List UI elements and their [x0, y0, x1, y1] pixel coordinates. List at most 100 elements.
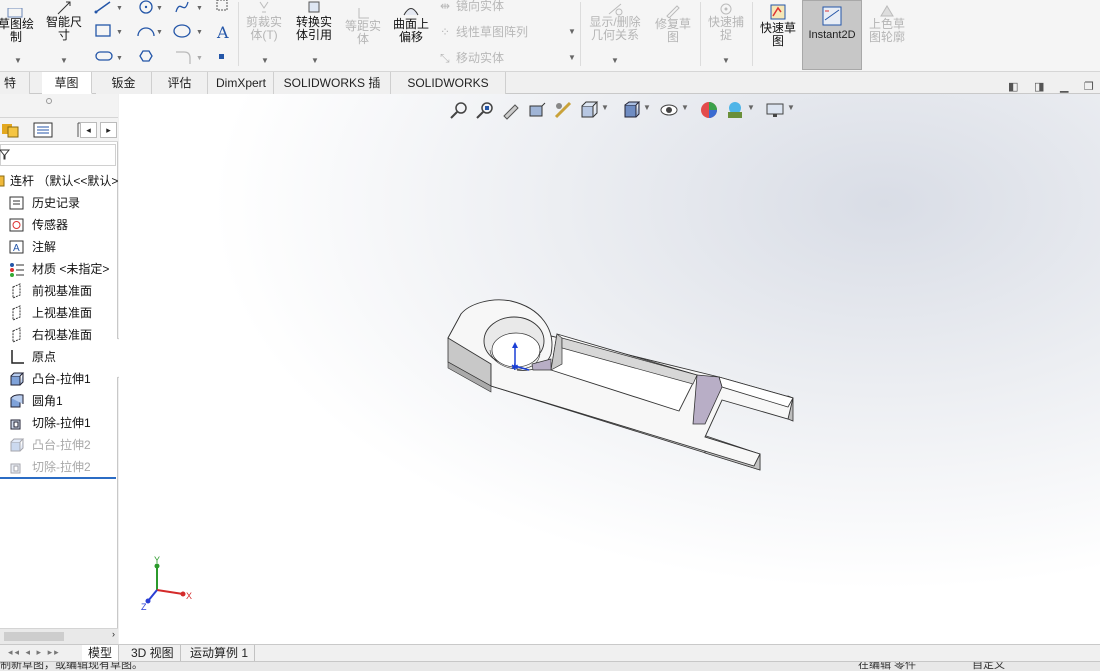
tree-item[interactable]: 上视基准面 [0, 302, 118, 324]
spline-icon[interactable] [175, 1, 189, 13]
tab-solidworks-addins[interactable]: SOLIDWORKS 插件 [274, 72, 391, 112]
convert-entities-button[interactable]: 转换实 体引用 [290, 0, 338, 42]
tab-evaluate-label: 评估 [167, 76, 192, 90]
tab-evaluate[interactable]: 评估 [152, 72, 208, 94]
minimize-icon[interactable]: ▁ [1060, 80, 1068, 93]
tree-item[interactable]: A 注解 [0, 236, 118, 258]
ellipse-icon[interactable] [173, 24, 191, 38]
panel-splitter-handle[interactable] [46, 98, 52, 104]
relations-dropdown[interactable]: ▼ [611, 56, 619, 65]
status-units-custom[interactable]: 自定义 [972, 662, 1005, 671]
tree-item-label: 历史记录 [32, 196, 81, 210]
sketch-button[interactable]: 草图绘 制 [0, 8, 36, 44]
offset-on-surface-button[interactable]: 曲面上 偏移 [388, 4, 434, 44]
offset-entities-button[interactable]: 等距实 体 [340, 8, 386, 46]
status-bar: 制新草图，或编辑现有草图。 在编辑 零件 自定义 [0, 661, 1100, 671]
rectangle-icon[interactable] [95, 24, 111, 37]
point-icon[interactable] [219, 54, 224, 59]
sketch-dropdown[interactable]: ▼ [14, 56, 22, 65]
tree-item[interactable]: 切除-拉伸2 [0, 456, 118, 478]
tree-item[interactable]: 传感器 [0, 214, 118, 236]
quick-snaps-button[interactable]: 快速捕 捉 [703, 2, 749, 42]
convert-entities-icon [308, 1, 320, 13]
tab-3d-views[interactable]: 3D 视图 [125, 645, 181, 661]
tree-item-label: 上视基准面 [32, 306, 93, 320]
trim-dropdown[interactable]: ▼ [261, 56, 269, 65]
tree-filter-field[interactable] [0, 144, 116, 166]
triad-z-label: Z [141, 602, 147, 612]
fillet-sketch-dropdown[interactable]: ▼ [196, 55, 203, 62]
restore-icon[interactable]: ❐ [1084, 80, 1094, 93]
display-delete-relations-button[interactable]: 显示/删除 几何关系 [584, 2, 646, 42]
tab-dimxpert[interactable]: DimXpert [208, 72, 274, 94]
scrollbar-thumb[interactable] [4, 632, 64, 641]
part-model[interactable]: ✱ [119, 94, 1100, 644]
instant2d-button[interactable]: Instant2D [802, 0, 862, 70]
tree-item[interactable]: 历史记录 [0, 192, 118, 214]
tree-item[interactable]: 切除-拉伸1 [0, 412, 118, 434]
smart-dimension-button[interactable]: 智能尺 寸 [42, 0, 86, 42]
text-icon[interactable]: A [216, 23, 229, 42]
circle-dropdown[interactable]: ▼ [156, 5, 163, 12]
plane-sketch-icon[interactable] [216, 0, 228, 11]
tab-nav-arrows[interactable]: ◂◂ ◂ ▸ ▸▸ [8, 647, 61, 658]
tab-motion-study[interactable]: 运动算例 1 [184, 645, 256, 661]
reference-triad: Y X Z [141, 555, 192, 612]
spline-dropdown[interactable]: ▼ [196, 5, 203, 12]
tree-item[interactable]: 右视基准面 [0, 324, 118, 346]
feature-manager-tab-icon[interactable] [0, 121, 22, 139]
property-manager-tab-icon[interactable] [32, 121, 54, 139]
move-dropdown[interactable]: ▼ [568, 53, 576, 62]
rollback-bar[interactable] [0, 477, 116, 479]
ribbon-separator [700, 2, 701, 66]
tile-left-icon[interactable]: ◧ [1008, 80, 1018, 93]
panel-tab-scroll-right[interactable]: ▸ [100, 122, 117, 138]
convert-dropdown[interactable]: ▼ [311, 56, 319, 65]
arc-dropdown[interactable]: ▼ [156, 29, 163, 36]
slot-icon[interactable] [95, 51, 113, 61]
rapid-sketch-button[interactable]: 快速草 图 [755, 2, 801, 48]
command-manager-tabs: 特征 草图 钣金 评估 DimXpert SOLIDWORKS 插件 SOLID… [0, 72, 1100, 112]
line-dropdown[interactable]: ▼ [116, 5, 123, 12]
move-entities-button[interactable]: ⤡ 移动实体 [440, 49, 504, 66]
graphics-area[interactable]: ▼ ▼ ▼ ▼ ▼ ✱ Y X Z [119, 94, 1100, 644]
tab-sheet-metal[interactable]: 钣金 [96, 72, 152, 94]
linear-pattern-dropdown[interactable]: ▼ [568, 27, 576, 36]
polygon-icon[interactable] [139, 50, 153, 62]
line-icon[interactable] [94, 1, 111, 14]
tree-item[interactable]: 凸台-拉伸1 [0, 368, 118, 390]
tab-features[interactable]: 特征 [0, 72, 30, 112]
tree-item[interactable]: 前视基准面 [0, 280, 118, 302]
tree-item[interactable]: 材质 <未指定> [0, 258, 118, 280]
tab-dimxpert-label: DimXpert [216, 76, 267, 90]
ribbon-separator [238, 2, 239, 66]
circle-icon[interactable] [139, 0, 153, 14]
repair-sketch-button[interactable]: 修复草 图 [650, 4, 696, 44]
ellipse-dropdown[interactable]: ▼ [196, 29, 203, 36]
mirror-entities-button[interactable]: ⇹ 镜向实体 [440, 0, 504, 14]
tab-sketch[interactable]: 草图 [42, 72, 92, 94]
tree-item[interactable]: 原点 [0, 346, 118, 368]
tree-item-label: 凸台-拉伸1 [32, 372, 91, 386]
tab-solidworks-mbd[interactable]: SOLIDWORKS MBD [391, 72, 506, 112]
tab-model[interactable]: 模型 [82, 645, 120, 661]
tree-item[interactable]: 凸台-拉伸2 [0, 434, 118, 456]
tile-right-icon[interactable]: ◨ [1034, 80, 1044, 93]
tree-item[interactable]: 圆角1 [0, 390, 118, 412]
panel-horizontal-scrollbar[interactable]: › [0, 628, 118, 644]
tree-root-part[interactable]: 连杆 （默认<<默认> [0, 170, 118, 192]
link-rod-part[interactable] [447, 299, 794, 471]
linear-pattern-button[interactable]: ⁘ 线性草图阵列 [440, 23, 528, 40]
shaded-sketch-contours-button[interactable]: 上色草 图轮廓 [864, 4, 910, 44]
scroll-right-arrow[interactable]: › [112, 629, 115, 639]
tree-item-label: 前视基准面 [32, 284, 93, 298]
arc-icon[interactable] [137, 27, 155, 37]
quick-snaps-dropdown[interactable]: ▼ [722, 56, 730, 65]
rectangle-dropdown[interactable]: ▼ [116, 29, 123, 36]
panel-tab-scroll-left[interactable]: ◂ [80, 122, 97, 138]
repair-icon [666, 5, 680, 18]
smart-dimension-dropdown[interactable]: ▼ [60, 56, 68, 65]
slot-dropdown[interactable]: ▼ [116, 55, 123, 62]
fillet-sketch-icon[interactable] [176, 51, 191, 64]
trim-entities-button[interactable]: 剪裁实 体(T) [242, 0, 286, 42]
